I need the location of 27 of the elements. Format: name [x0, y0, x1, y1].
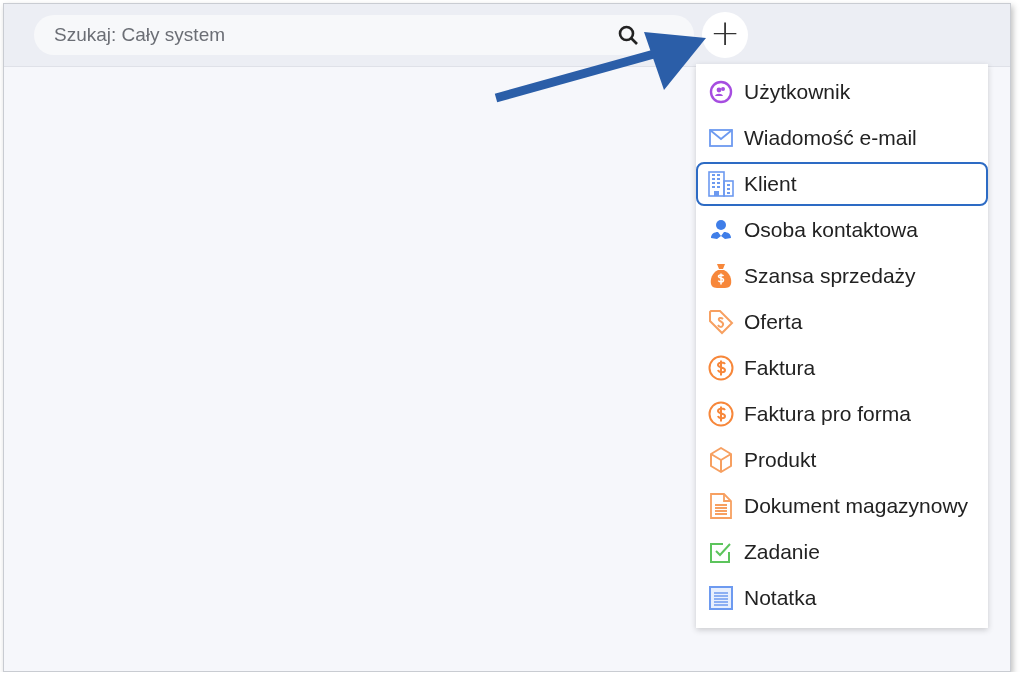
money-bag-icon	[709, 263, 733, 289]
envelope-icon	[709, 129, 733, 147]
search-field[interactable]: Szukaj: Cały system	[34, 15, 694, 55]
user-circle-icon	[709, 80, 733, 104]
document-icon	[710, 493, 732, 519]
menu-item[interactable]: Osoba kontaktowa	[696, 208, 988, 252]
menu-item[interactable]: Notatka	[696, 576, 988, 620]
menu-item[interactable]: Wiadomość e-mail	[696, 116, 988, 160]
person-icon	[709, 218, 733, 242]
add-button[interactable]: +	[702, 12, 748, 58]
checkbox-icon	[709, 540, 733, 564]
menu-item[interactable]: Produkt	[696, 438, 988, 482]
search-icon	[618, 25, 638, 45]
price-tag-icon	[708, 309, 734, 335]
dollar-coin-icon	[708, 355, 734, 381]
building-icon	[708, 171, 734, 197]
menu-item[interactable]: Faktura	[696, 346, 988, 390]
menu-item[interactable]: Dokument magazynowy	[696, 484, 988, 528]
menu-item[interactable]: Zadanie	[696, 530, 988, 574]
menu-item[interactable]: Klient	[696, 162, 988, 206]
note-icon	[709, 586, 733, 610]
menu-item[interactable]: Szansa sprzedaży	[696, 254, 988, 298]
menu-item[interactable]: Użytkownik	[696, 70, 988, 114]
menu-item[interactable]: Faktura pro forma	[696, 392, 988, 436]
dollar-coin-icon	[708, 401, 734, 427]
menu-item[interactable]: Oferta	[696, 300, 988, 344]
cube-icon	[709, 447, 733, 473]
